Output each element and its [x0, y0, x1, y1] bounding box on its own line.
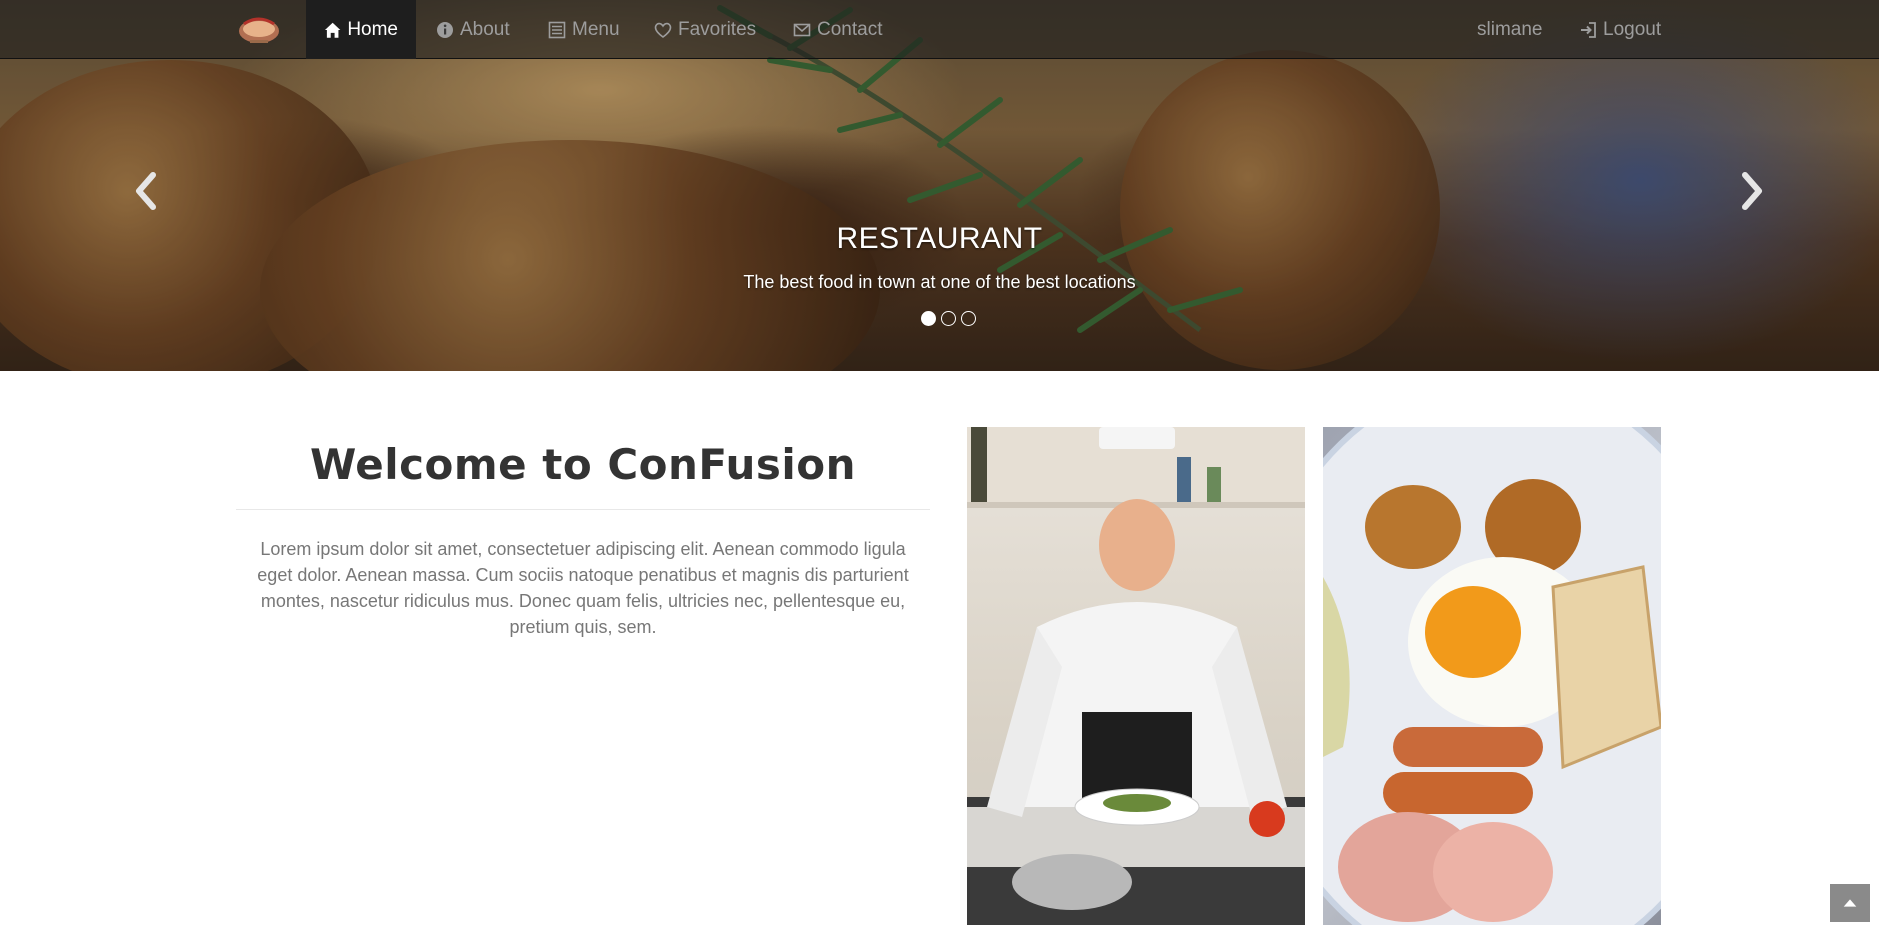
carousel-indicator-1[interactable]: [921, 311, 936, 326]
nav-contact[interactable]: Contact: [775, 0, 900, 59]
chevron-up-icon: [1843, 899, 1857, 907]
carousel-prev-button[interactable]: [126, 168, 166, 214]
nav-menu[interactable]: Menu: [530, 0, 638, 59]
sign-in-icon: [1581, 21, 1596, 38]
nav-username[interactable]: slimane: [1459, 0, 1560, 59]
nav-about[interactable]: About: [418, 0, 528, 59]
welcome-section: Welcome to ConFusion Lorem ipsum dolor s…: [236, 440, 930, 640]
nav-favorites[interactable]: Favorites: [636, 0, 774, 59]
chef-illustration: [967, 427, 1305, 925]
carousel-next-button[interactable]: [1732, 168, 1772, 214]
restaurant-logo-icon: [239, 17, 279, 43]
breakfast-illustration: [1323, 427, 1661, 925]
nav-logout[interactable]: Logout: [1561, 0, 1679, 59]
list-alt-icon: [548, 21, 566, 38]
chevron-right-icon: [1742, 172, 1762, 210]
heart-icon: [654, 22, 672, 38]
scroll-to-top-button[interactable]: [1830, 884, 1870, 922]
info-circle-icon: [437, 21, 453, 38]
nav-about-label: About: [460, 18, 510, 40]
envelope-icon: [793, 23, 811, 36]
carousel-indicators: [921, 311, 976, 326]
breakfast-plate-photo: [1323, 427, 1661, 925]
nav-logout-label: Logout: [1603, 18, 1662, 40]
carousel-caption-title: RESTAURANT: [836, 222, 1043, 255]
nav-username-label: slimane: [1477, 18, 1543, 40]
chef-photo: [967, 427, 1305, 925]
carousel-indicator-3[interactable]: [961, 311, 976, 326]
carousel-indicator-2[interactable]: [941, 311, 956, 326]
nav-home-label: Home: [347, 18, 398, 40]
carousel-caption-subtitle: The best food in town at one of the best…: [743, 272, 1136, 292]
brand-logo[interactable]: [236, 12, 282, 48]
welcome-title: Welcome to ConFusion: [236, 440, 930, 510]
chevron-left-icon: [136, 172, 156, 210]
nav-contact-label: Contact: [817, 18, 883, 40]
welcome-text: Lorem ipsum dolor sit amet, consectetuer…: [257, 539, 909, 637]
page: RESTAURANT The best food in town at one …: [0, 0, 1879, 939]
nav-home[interactable]: Home: [306, 0, 416, 59]
home-icon: [324, 22, 341, 38]
nav-favorites-label: Favorites: [678, 18, 757, 40]
nav-menu-label: Menu: [572, 18, 620, 40]
navbar: Home About Menu Favorites Contact sliman…: [0, 0, 1879, 59]
